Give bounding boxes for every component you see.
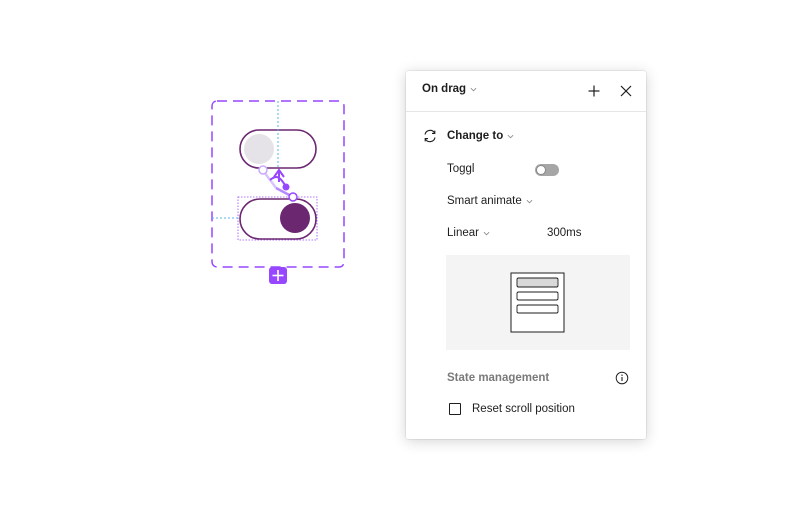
action-dropdown[interactable]: Change to [447,130,514,142]
chevron-down-icon [507,134,514,138]
add-interaction-icon[interactable] [586,83,602,99]
info-icon[interactable] [615,371,629,385]
design-canvas[interactable] [0,0,809,509]
destination-row: Toggl [447,163,475,175]
interaction-panel: On drag Change to Toggl Smart animate Li… [406,71,646,439]
destination-label: Toggl [447,163,475,175]
component-set-graphic [211,100,345,284]
action-label: Change to [447,130,504,142]
animation-dropdown[interactable]: Smart animate [447,195,533,207]
reset-scroll-label: Reset scroll position [472,403,575,415]
reset-scroll-option[interactable]: Reset scroll position [449,403,575,415]
action-row: Change to [422,128,514,144]
panel-header: On drag [406,71,646,112]
easing-dropdown[interactable]: Linear [447,227,490,239]
easing-label: Linear [447,227,479,239]
chevron-down-icon [483,231,490,235]
state-management-title: State management [447,372,550,384]
duration-input[interactable]: 300ms [547,227,582,239]
chevron-down-icon [526,199,533,203]
preview-layout-icon [510,272,565,333]
chevron-down-icon [470,87,477,91]
close-icon[interactable] [618,83,634,99]
toggle-off-knob [244,134,274,164]
toggle-on-knob [280,203,310,233]
reset-scroll-checkbox[interactable] [449,403,461,415]
trigger-dropdown[interactable]: On drag [422,83,477,95]
swap-icon [424,129,436,143]
add-variant-button [269,267,287,284]
prototype-connection [258,165,298,202]
animation-label: Smart animate [447,195,522,207]
variant-toggle-on [237,196,318,241]
animation-preview [446,255,630,350]
trigger-label: On drag [422,83,467,95]
toggle-switch-knob [536,165,546,175]
destination-toggle-switch[interactable] [535,164,559,176]
